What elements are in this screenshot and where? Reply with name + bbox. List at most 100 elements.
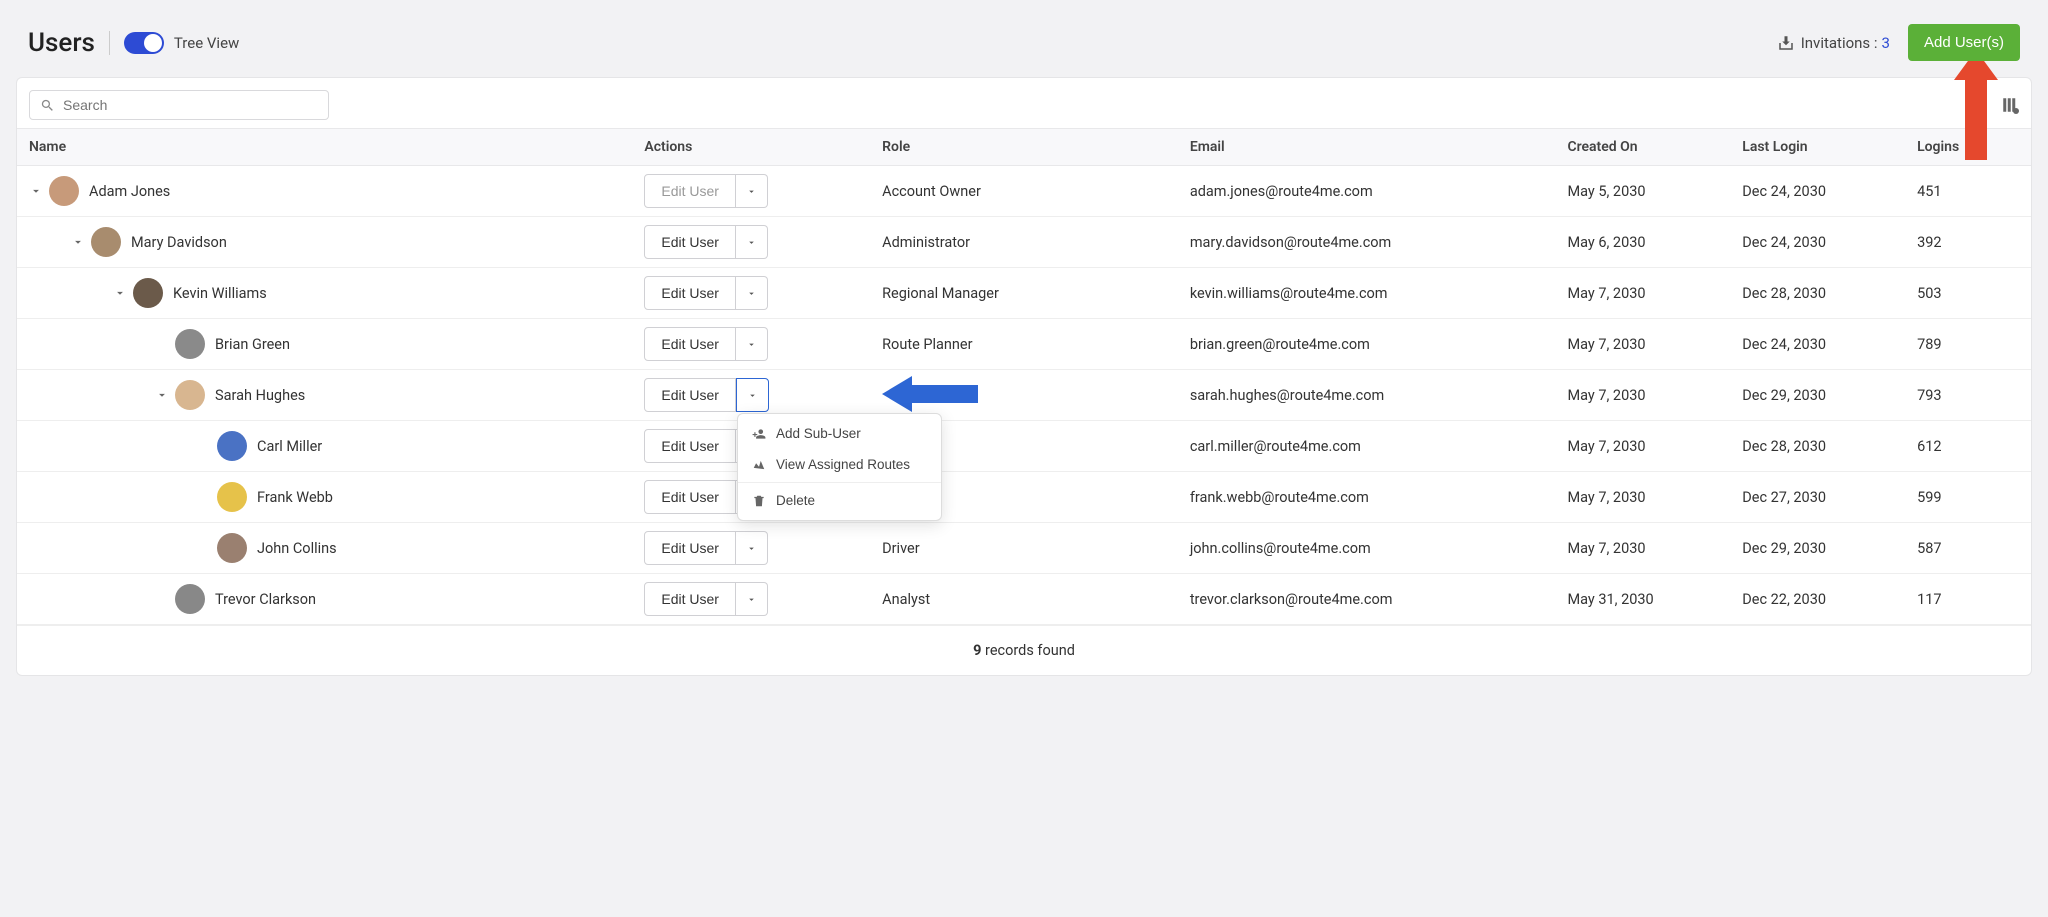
columns-settings-icon[interactable] [2001, 96, 2019, 114]
menu-delete[interactable]: Delete [738, 485, 941, 516]
cell-email: trevor.clarkson@route4me.com [1178, 574, 1556, 625]
users-panel: Name Actions Role Email Created On Last … [16, 77, 2032, 676]
cell-role: Regional Manager [870, 268, 1178, 319]
chevron-down-icon[interactable] [29, 184, 43, 198]
cell-email: carl.miller@route4me.com [1178, 421, 1556, 472]
table-row: Kevin Williams Edit User Regional Managerk… [17, 268, 2031, 319]
table-row: John CollinsEdit UserDriverjohn.collins@… [17, 523, 2031, 574]
user-name: Trevor Clarkson [215, 591, 316, 608]
user-name: John Collins [257, 540, 337, 557]
cell-lastLogin: Dec 28, 2030 [1730, 421, 1905, 472]
cell-created: May 7, 2030 [1555, 370, 1730, 421]
annotation-arrow-red [1954, 50, 1998, 160]
table-row: Brian GreenEdit UserRoute Plannerbrian.g… [17, 319, 2031, 370]
avatar [49, 176, 79, 206]
avatar [133, 278, 163, 308]
cell-role: Driver [870, 523, 1178, 574]
divider [109, 31, 110, 55]
records-label: records found [981, 642, 1074, 659]
add-user-button[interactable]: Add User(s) [1908, 24, 2020, 61]
row-actions-dropdown-button[interactable]: Add Sub-UserView Assigned RoutesDelete [736, 378, 769, 412]
avatar [175, 584, 205, 614]
cell-logins: 392 [1905, 217, 2031, 268]
chevron-down-icon[interactable] [113, 286, 127, 300]
cell-created: May 6, 2030 [1555, 217, 1730, 268]
cell-created: May 7, 2030 [1555, 319, 1730, 370]
cell-created: May 31, 2030 [1555, 574, 1730, 625]
search-input[interactable] [63, 97, 318, 113]
table-header-row: Name Actions Role Email Created On Last … [17, 129, 2031, 166]
cell-lastLogin: Dec 29, 2030 [1730, 370, 1905, 421]
tree-view-toggle[interactable] [124, 32, 164, 54]
edit-user-button[interactable]: Edit User [644, 327, 736, 361]
edit-user-button: Edit User [644, 174, 736, 208]
row-actions-dropdown-button[interactable] [736, 174, 768, 208]
menu-view-routes[interactable]: View Assigned Routes [738, 449, 941, 480]
user-name: Adam Jones [89, 183, 170, 200]
cell-email: frank.webb@route4me.com [1178, 472, 1556, 523]
user-name: Frank Webb [257, 489, 333, 506]
avatar [217, 431, 247, 461]
edit-user-button[interactable]: Edit User [644, 276, 736, 310]
chevron-down-icon [746, 288, 757, 299]
chevron-down-icon [746, 339, 757, 350]
cell-email: kevin.williams@route4me.com [1178, 268, 1556, 319]
cell-role: Account Owner [870, 166, 1178, 217]
chevron-down-icon [747, 390, 758, 401]
col-name[interactable]: Name [17, 129, 632, 166]
table-row: Sarah Hughes Edit UserAdd Sub-UserView As… [17, 370, 2031, 421]
table-row: Adam Jones Edit User Account Owneradam.jon… [17, 166, 2031, 217]
cell-role: Route Planner [870, 319, 1178, 370]
row-actions-dropdown-button[interactable] [736, 327, 768, 361]
col-lastlogin[interactable]: Last Login [1730, 129, 1905, 166]
invitations-count: 3 [1882, 34, 1890, 52]
cell-logins: 117 [1905, 574, 2031, 625]
col-created[interactable]: Created On [1555, 129, 1730, 166]
cell-lastLogin: Dec 24, 2030 [1730, 319, 1905, 370]
avatar [91, 227, 121, 257]
chevron-down-icon[interactable] [71, 235, 85, 249]
col-role[interactable]: Role [870, 129, 1178, 166]
row-actions-dropdown-button[interactable] [736, 276, 768, 310]
edit-user-button[interactable]: Edit User [644, 429, 736, 463]
user-name: Mary Davidson [131, 234, 227, 251]
chevron-down-icon [746, 186, 757, 197]
edit-user-button[interactable]: Edit User [644, 582, 736, 616]
users-table: Name Actions Role Email Created On Last … [17, 128, 2031, 625]
user-name: Kevin Williams [173, 285, 267, 302]
edit-user-button[interactable]: Edit User [644, 531, 736, 565]
cell-created: May 7, 2030 [1555, 421, 1730, 472]
cell-lastLogin: Dec 28, 2030 [1730, 268, 1905, 319]
invitations-label: Invitations : [1801, 34, 1878, 52]
user-name: Carl Miller [257, 438, 322, 455]
col-email[interactable]: Email [1178, 129, 1556, 166]
user-name: Sarah Hughes [215, 387, 305, 404]
edit-user-button[interactable]: Edit User [644, 480, 736, 514]
cell-email: adam.jones@route4me.com [1178, 166, 1556, 217]
cell-lastLogin: Dec 24, 2030 [1730, 166, 1905, 217]
table-row: Mary DavidsonEdit UserAdministratormary.… [17, 217, 2031, 268]
toggle-label: Tree View [174, 34, 239, 52]
chevron-down-icon [746, 543, 757, 554]
table-row: Trevor Clarkson Edit User Analysttrevor.cl… [17, 574, 2031, 625]
edit-user-button[interactable]: Edit User [644, 378, 736, 412]
records-footer: 9 records found [17, 625, 2031, 675]
row-actions-dropdown-button[interactable] [736, 531, 768, 565]
chevron-down-icon[interactable] [155, 388, 169, 402]
toolbar [17, 78, 2031, 128]
add-user-icon [752, 427, 766, 441]
edit-user-button[interactable]: Edit User [644, 225, 736, 259]
row-actions-dropdown-button[interactable] [736, 225, 768, 259]
cell-logins: 793 [1905, 370, 2031, 421]
toggle-knob [144, 34, 162, 52]
page-title: Users [28, 28, 95, 58]
cell-logins: 503 [1905, 268, 2031, 319]
chevron-down-icon [746, 237, 757, 248]
cell-logins: 599 [1905, 472, 2031, 523]
cell-logins: 612 [1905, 421, 2031, 472]
invitations-link[interactable]: Invitations : 3 [1777, 34, 1890, 52]
cell-role: Analyst [870, 574, 1178, 625]
menu-add-sub-user[interactable]: Add Sub-User [738, 418, 941, 449]
row-actions-dropdown-button[interactable] [736, 582, 768, 616]
search-field[interactable] [29, 90, 329, 120]
